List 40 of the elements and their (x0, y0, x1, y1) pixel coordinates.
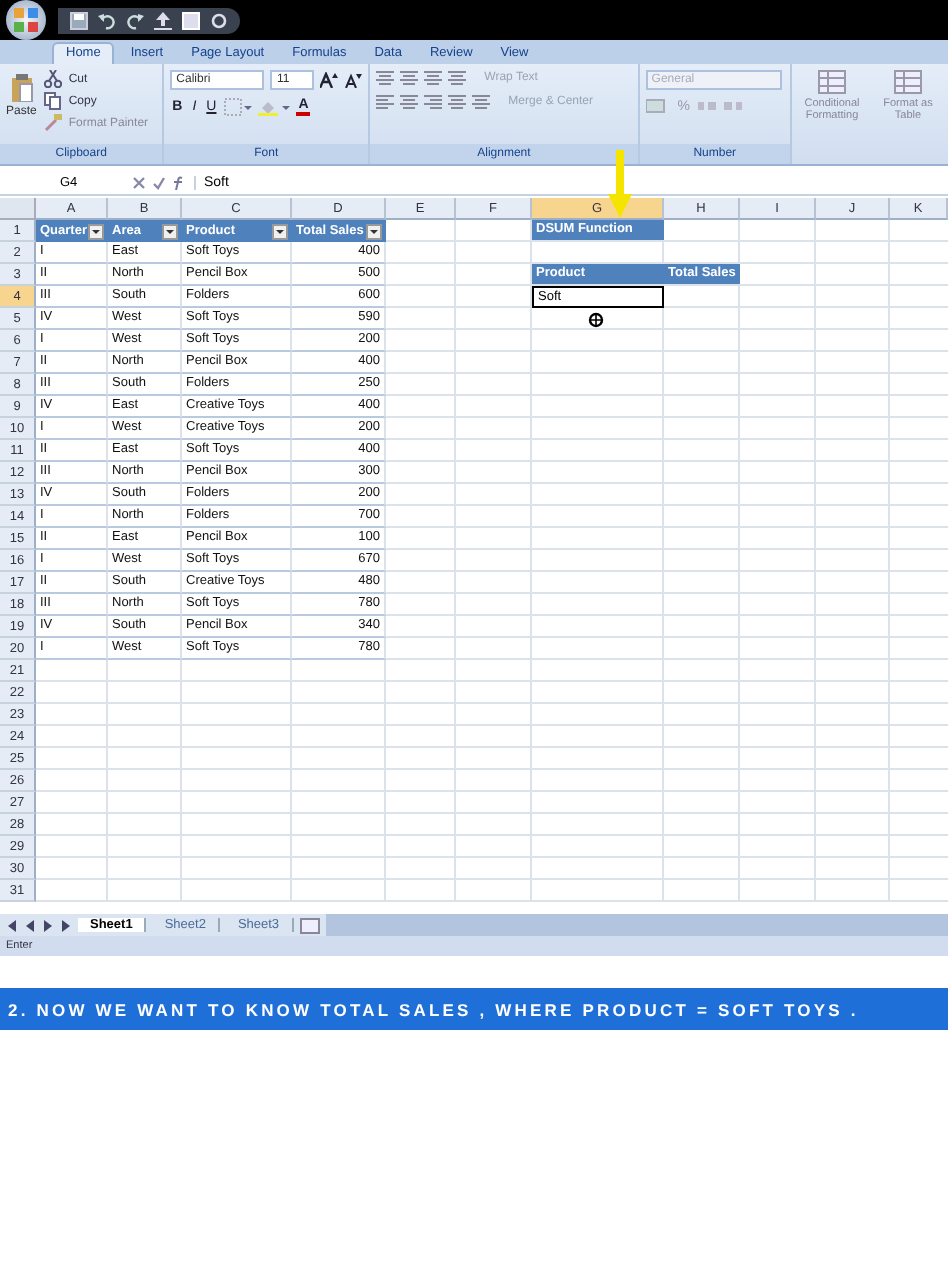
align-right-icon[interactable] (424, 94, 443, 110)
cancel-icon[interactable] (132, 175, 146, 189)
align-left-icon[interactable] (376, 94, 395, 110)
bottom-align-icon[interactable] (424, 70, 443, 86)
filter-dropdown-icon[interactable] (272, 223, 288, 239)
arrow-icon (608, 150, 632, 218)
redo-icon[interactable] (126, 11, 144, 29)
borders-icon[interactable] (224, 98, 253, 116)
save-icon[interactable] (70, 11, 88, 29)
horizontal-scrollbar[interactable] (325, 914, 948, 936)
last-sheet-icon[interactable] (60, 919, 72, 931)
check-icon[interactable] (152, 175, 166, 189)
upload-icon[interactable] (154, 11, 172, 29)
center-icon[interactable] (400, 94, 419, 110)
copy-icon (44, 92, 63, 110)
previous-sheet-icon[interactable] (24, 919, 36, 931)
filter-dropdown-icon[interactable] (88, 223, 104, 239)
decrease-indent-icon[interactable] (448, 94, 467, 110)
fill-color-icon[interactable] (258, 98, 291, 116)
undo-icon[interactable] (98, 11, 116, 29)
clipboard-icon (9, 74, 34, 102)
office-logo-icon (12, 6, 40, 34)
function-icon[interactable] (172, 175, 186, 189)
table-icon (894, 70, 922, 94)
grow-font-icon[interactable] (320, 72, 339, 88)
shrink-font-icon[interactable] (344, 72, 363, 88)
top-align-icon[interactable] (376, 70, 395, 86)
filter-dropdown-icon[interactable] (162, 223, 178, 239)
brush-icon (44, 114, 63, 132)
first-sheet-icon[interactable] (6, 919, 18, 931)
middle-align-icon[interactable] (400, 70, 419, 86)
cursor-icon (588, 312, 604, 328)
insert-sheet-icon[interactable] (299, 917, 320, 933)
increase-indent-icon[interactable] (472, 94, 491, 110)
filter-dropdown-icon[interactable] (366, 223, 382, 239)
caption-text: 2. NOW WE WANT TO KNOW TOTAL SALES , WHERE PRODUCT = SOFT TOYS . (8, 999, 859, 1019)
office-button[interactable] (6, 0, 46, 40)
table-icon (818, 70, 846, 94)
next-sheet-icon[interactable] (42, 919, 54, 931)
scissors-icon (44, 70, 63, 88)
